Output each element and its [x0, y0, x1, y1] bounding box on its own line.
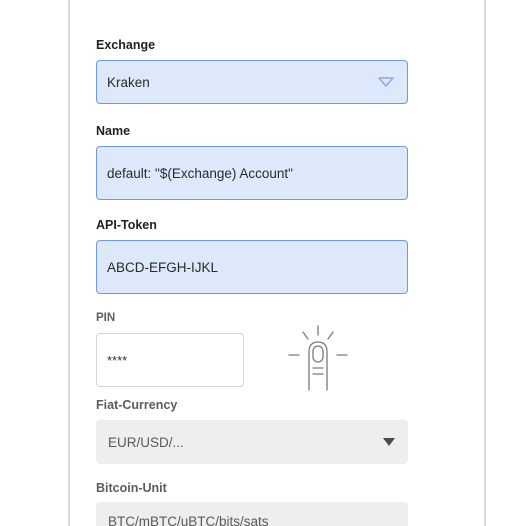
- pin-label: PIN: [96, 312, 116, 324]
- api-token-label: API-Token: [96, 218, 157, 232]
- name-value: default: "$(Exchange) Account": [107, 165, 293, 181]
- fiat-currency-select[interactable]: EUR/USD/...: [96, 420, 408, 464]
- exchange-label: Exchange: [96, 38, 156, 52]
- api-token-input[interactable]: ABCD-EFGH-IJKL: [96, 240, 408, 294]
- api-token-value: ABCD-EFGH-IJKL: [107, 259, 219, 275]
- pin-input[interactable]: ****: [96, 333, 244, 387]
- fiat-currency-label: Fiat-Currency: [96, 398, 178, 412]
- fingerprint-icon[interactable]: [283, 322, 353, 394]
- exchange-select[interactable]: Kraken: [96, 60, 408, 104]
- exchange-value: Kraken: [107, 74, 150, 90]
- chevron-down-icon: [378, 77, 394, 87]
- name-label: Name: [96, 124, 131, 138]
- caret-down-icon: [383, 438, 395, 446]
- bitcoin-unit-select[interactable]: BTC/mBTC/uBTC/bits/sats: [96, 502, 408, 526]
- fiat-currency-value: EUR/USD/...: [108, 434, 184, 450]
- account-form-page: Exchange Kraken Name default: "$(Exchang…: [0, 0, 526, 526]
- name-input[interactable]: default: "$(Exchange) Account": [96, 146, 408, 200]
- pin-value: ****: [107, 352, 128, 368]
- bitcoin-unit-value: BTC/mBTC/uBTC/bits/sats: [108, 514, 269, 526]
- bitcoin-unit-label: Bitcoin-Unit: [96, 481, 167, 495]
